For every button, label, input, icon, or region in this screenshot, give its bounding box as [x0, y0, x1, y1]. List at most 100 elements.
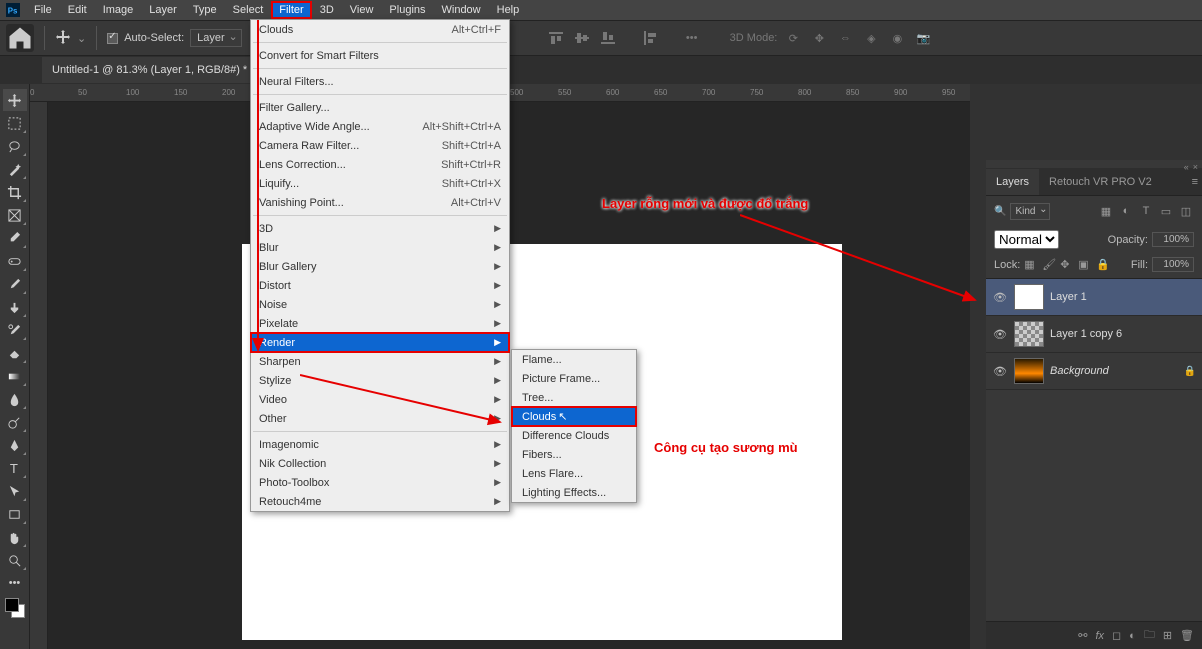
filter-last[interactable]: CloudsAlt+Ctrl+F [251, 20, 509, 39]
blur-tool[interactable] [3, 388, 27, 410]
filter-plugin-retouch4me[interactable]: Retouch4me▶ [251, 492, 509, 511]
3d-camera-icon[interactable]: 📷 [913, 28, 933, 48]
filter-adjustment-icon[interactable]: ◐ [1118, 203, 1134, 219]
menu-filter[interactable]: Filter [271, 1, 311, 19]
gradient-tool[interactable] [3, 365, 27, 387]
menu-view[interactable]: View [342, 1, 382, 19]
magic-wand-tool[interactable] [3, 158, 27, 180]
menu-edit[interactable]: Edit [60, 1, 95, 19]
filter-lens-correction[interactable]: Lens Correction...Shift+Ctrl+R [251, 155, 509, 174]
filter-pixel-icon[interactable]: ▦ [1098, 203, 1114, 219]
layer-thumbnail[interactable] [1014, 284, 1044, 310]
layer-item[interactable]: 👁Background🔒 [986, 353, 1202, 390]
document-tab[interactable]: Untitled-1 @ 81.3% (Layer 1, RGB/8#) * × [42, 57, 270, 83]
filter-cat-distort[interactable]: Distort▶ [251, 276, 509, 295]
filter-cat-3d[interactable]: 3D▶ [251, 219, 509, 238]
filter-vanishing-point[interactable]: Vanishing Point...Alt+Ctrl+V [251, 193, 509, 212]
filter-cat-blur[interactable]: Blur▶ [251, 238, 509, 257]
history-brush-tool[interactable] [3, 319, 27, 341]
align-left-icon[interactable] [640, 28, 660, 48]
brush-tool[interactable] [3, 273, 27, 295]
lock-transparency-icon[interactable]: ▦ [1024, 258, 1038, 272]
type-tool[interactable]: T [3, 457, 27, 479]
align-top-icon[interactable] [546, 28, 566, 48]
render-lighting-effects[interactable]: Lighting Effects... [512, 483, 636, 502]
auto-select-target[interactable]: Layer [190, 29, 242, 47]
menu-plugins[interactable]: Plugins [381, 1, 433, 19]
render-picture-frame[interactable]: Picture Frame... [512, 369, 636, 388]
menu-3d[interactable]: 3D [312, 1, 342, 19]
layer-item[interactable]: 👁Layer 1 [986, 279, 1202, 316]
group-icon[interactable]: 🗀 [1144, 626, 1155, 645]
marquee-tool[interactable] [3, 112, 27, 134]
path-selection-tool[interactable] [3, 480, 27, 502]
rectangle-tool[interactable] [3, 503, 27, 525]
layer-name[interactable]: Layer 1 copy 6 [1050, 328, 1122, 340]
clone-stamp-tool[interactable] [3, 296, 27, 318]
crop-tool[interactable] [3, 181, 27, 203]
3d-slide-icon[interactable]: ⇔ [835, 28, 855, 48]
panel-menu-icon[interactable]: ≡ [1192, 176, 1198, 188]
layer-name[interactable]: Background [1050, 365, 1109, 377]
eyedropper-tool[interactable] [3, 227, 27, 249]
collapse-panel-icon[interactable]: « [1184, 162, 1189, 166]
filter-kind-dropdown[interactable]: Kind [1010, 203, 1050, 220]
fill-value[interactable]: 100% [1152, 257, 1194, 272]
layer-mask-icon[interactable]: ◻ [1112, 629, 1121, 642]
lock-image-icon[interactable]: 🖌 [1042, 258, 1056, 272]
chevron-down-icon[interactable]: ⌄ [77, 32, 86, 45]
home-button[interactable] [6, 24, 34, 52]
menu-help[interactable]: Help [489, 1, 528, 19]
filter-cat-render[interactable]: Render▶ [251, 333, 509, 352]
zoom-tool[interactable] [3, 549, 27, 571]
menu-layer[interactable]: Layer [141, 1, 185, 19]
eraser-tool[interactable] [3, 342, 27, 364]
3d-scale-icon[interactable]: ◈ [861, 28, 881, 48]
3d-pan-icon[interactable]: ✥ [809, 28, 829, 48]
tab-retouch-vr[interactable]: Retouch VR PRO V2 [1039, 169, 1162, 195]
layer-thumbnail[interactable] [1014, 321, 1044, 347]
filter-camera-raw[interactable]: Camera Raw Filter...Shift+Ctrl+A [251, 136, 509, 155]
layer-item[interactable]: 👁Layer 1 copy 6 [986, 316, 1202, 353]
render-tree[interactable]: Tree... [512, 388, 636, 407]
menu-select[interactable]: Select [225, 1, 272, 19]
render-fibers[interactable]: Fibers... [512, 445, 636, 464]
filter-type-icon[interactable]: T [1138, 203, 1154, 219]
3d-orbit-icon[interactable]: ⟳ [783, 28, 803, 48]
adjustment-layer-icon[interactable]: ◐ [1129, 630, 1136, 642]
lock-all-icon[interactable]: 🔒 [1096, 258, 1110, 272]
align-bottom-icon[interactable] [598, 28, 618, 48]
menu-file[interactable]: File [26, 1, 60, 19]
tab-layers[interactable]: Layers [986, 169, 1039, 195]
filter-shape-icon[interactable]: ▭ [1158, 203, 1174, 219]
filter-adaptive-wide-angle[interactable]: Adaptive Wide Angle...Alt+Shift+Ctrl+A [251, 117, 509, 136]
layer-name[interactable]: Layer 1 [1050, 291, 1087, 303]
lock-position-icon[interactable]: ✥ [1060, 258, 1074, 272]
layer-thumbnail[interactable] [1014, 358, 1044, 384]
auto-select-checkbox[interactable] [107, 33, 118, 44]
filter-liquify[interactable]: Liquify...Shift+Ctrl+X [251, 174, 509, 193]
blend-mode-dropdown[interactable]: Normal [994, 230, 1059, 249]
lasso-tool[interactable] [3, 135, 27, 157]
filter-cat-noise[interactable]: Noise▶ [251, 295, 509, 314]
render-clouds[interactable]: Clouds↖ [512, 407, 636, 426]
menu-type[interactable]: Type [185, 1, 225, 19]
filter-gallery[interactable]: Filter Gallery... [251, 98, 509, 117]
link-layers-icon[interactable]: ⚯ [1078, 629, 1087, 642]
filter-convert-smart[interactable]: Convert for Smart Filters [251, 46, 509, 65]
filter-cat-blur-gallery[interactable]: Blur Gallery▶ [251, 257, 509, 276]
menu-window[interactable]: Window [434, 1, 489, 19]
foreground-background-colors[interactable] [5, 598, 25, 618]
filter-plugin-imagenomic[interactable]: Imagenomic▶ [251, 435, 509, 454]
delete-layer-icon[interactable]: 🗑 [1180, 629, 1194, 642]
healing-brush-tool[interactable] [3, 250, 27, 272]
filter-neural[interactable]: Neural Filters... [251, 72, 509, 91]
3d-rotate-icon[interactable]: ◉ [887, 28, 907, 48]
layer-style-icon[interactable]: fx [1095, 630, 1104, 642]
filter-cat-pixelate[interactable]: Pixelate▶ [251, 314, 509, 333]
filter-plugin-nik[interactable]: Nik Collection▶ [251, 454, 509, 473]
move-tool[interactable] [3, 89, 27, 111]
filter-plugin-photo-toolbox[interactable]: Photo-Toolbox▶ [251, 473, 509, 492]
pen-tool[interactable] [3, 434, 27, 456]
opacity-value[interactable]: 100% [1152, 232, 1194, 247]
